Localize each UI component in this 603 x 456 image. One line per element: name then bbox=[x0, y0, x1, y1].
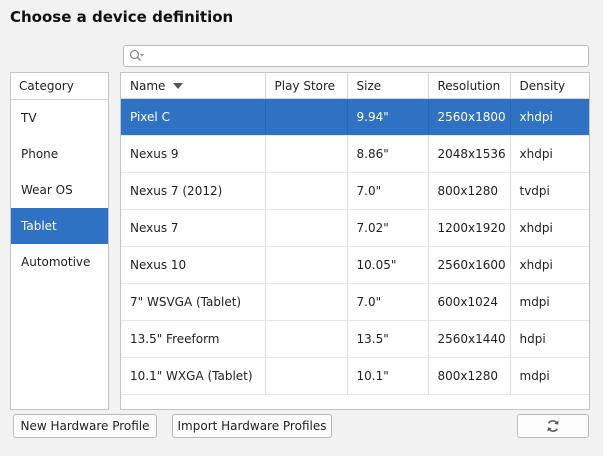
cell-size: 10.1" bbox=[347, 357, 429, 395]
column-header-density[interactable]: Density bbox=[510, 73, 589, 99]
search-input[interactable] bbox=[148, 47, 588, 67]
column-header-name[interactable]: Name bbox=[121, 73, 266, 99]
cell-resolution: 2560x1600 bbox=[428, 246, 511, 284]
cell-play-store bbox=[265, 246, 348, 284]
cell-name: Nexus 9 bbox=[121, 135, 266, 173]
cell-play-store bbox=[265, 320, 348, 358]
cell-play-store bbox=[265, 98, 348, 136]
cell-name: 10.1" WXGA (Tablet) bbox=[121, 357, 266, 395]
cell-resolution: 2560x1440 bbox=[428, 320, 511, 358]
cell-density: xhdpi bbox=[510, 246, 589, 284]
table-header-row: Name Play Store Size Resolution Density bbox=[121, 73, 589, 99]
cell-resolution: 2560x1800 bbox=[428, 98, 511, 136]
cell-density: xhdpi bbox=[510, 209, 589, 247]
cell-density: mdpi bbox=[510, 357, 589, 395]
category-list: Category TV Phone Wear OS Tablet Automot… bbox=[10, 72, 109, 410]
cell-name: 7" WSVGA (Tablet) bbox=[121, 283, 266, 321]
category-item-automotive[interactable]: Automotive bbox=[11, 244, 108, 280]
cell-resolution: 1200x1920 bbox=[428, 209, 511, 247]
table-row[interactable]: 7" WSVGA (Tablet) 7.0" 600x1024 mdpi bbox=[121, 283, 589, 321]
cell-name: Pixel C bbox=[121, 98, 266, 136]
column-header-resolution[interactable]: Resolution bbox=[428, 73, 511, 99]
table-row[interactable]: Nexus 7 (2012) 7.0" 800x1280 tvdpi bbox=[121, 172, 589, 210]
cell-resolution: 800x1280 bbox=[428, 357, 511, 395]
cell-play-store bbox=[265, 357, 348, 395]
cell-resolution: 2048x1536 bbox=[428, 135, 511, 173]
table-row[interactable]: Pixel C 9.94" 2560x1800 xhdpi bbox=[121, 98, 589, 136]
cell-resolution: 600x1024 bbox=[428, 283, 511, 321]
refresh-button[interactable] bbox=[517, 414, 589, 438]
sort-descending-icon bbox=[173, 83, 184, 89]
table-row[interactable]: 10.1" WXGA (Tablet) 10.1" 800x1280 mdpi bbox=[121, 357, 589, 395]
search-box[interactable] bbox=[123, 45, 589, 67]
cell-density: xhdpi bbox=[510, 135, 589, 173]
cell-name: 13.5" Freeform bbox=[121, 320, 266, 358]
column-header-play-store[interactable]: Play Store bbox=[265, 73, 348, 99]
cell-name: Nexus 7 bbox=[121, 209, 266, 247]
table-row[interactable]: Nexus 10 10.05" 2560x1600 xhdpi bbox=[121, 246, 589, 284]
cell-name: Nexus 7 (2012) bbox=[121, 172, 266, 210]
column-header-name-label: Name bbox=[130, 78, 166, 93]
cell-density: hdpi bbox=[510, 320, 589, 358]
cell-size: 9.94" bbox=[347, 98, 429, 136]
category-item-tv[interactable]: TV bbox=[11, 100, 108, 136]
cell-density: tvdpi bbox=[510, 172, 589, 210]
cell-size: 7.02" bbox=[347, 209, 429, 247]
cell-size: 13.5" bbox=[347, 320, 429, 358]
dialog-title: Choose a device definition bbox=[10, 8, 234, 26]
cell-size: 10.05" bbox=[347, 246, 429, 284]
new-hardware-profile-button[interactable]: New Hardware Profile bbox=[13, 414, 157, 438]
cell-density: mdpi bbox=[510, 283, 589, 321]
cell-play-store bbox=[265, 209, 348, 247]
import-hardware-profiles-button[interactable]: Import Hardware Profiles bbox=[172, 414, 332, 438]
column-header-size[interactable]: Size bbox=[347, 73, 429, 99]
category-item-tablet[interactable]: Tablet bbox=[11, 208, 108, 244]
cell-play-store bbox=[265, 135, 348, 173]
cell-name: Nexus 10 bbox=[121, 246, 266, 284]
cell-density: xhdpi bbox=[510, 98, 589, 136]
cell-size: 7.0" bbox=[347, 283, 429, 321]
cell-play-store bbox=[265, 172, 348, 210]
category-header: Category bbox=[11, 73, 108, 100]
cell-play-store bbox=[265, 283, 348, 321]
category-item-phone[interactable]: Phone bbox=[11, 136, 108, 172]
table-row[interactable]: 13.5" Freeform 13.5" 2560x1440 hdpi bbox=[121, 320, 589, 358]
cell-size: 8.86" bbox=[347, 135, 429, 173]
search-icon[interactable] bbox=[129, 49, 145, 63]
device-table: Name Play Store Size Resolution Density … bbox=[120, 72, 590, 410]
category-item-wear-os[interactable]: Wear OS bbox=[11, 172, 108, 208]
cell-size: 7.0" bbox=[347, 172, 429, 210]
table-row[interactable]: Nexus 7 7.02" 1200x1920 xhdpi bbox=[121, 209, 589, 247]
cell-resolution: 800x1280 bbox=[428, 172, 511, 210]
refresh-icon bbox=[547, 420, 559, 432]
table-row[interactable]: Nexus 9 8.86" 2048x1536 xhdpi bbox=[121, 135, 589, 173]
